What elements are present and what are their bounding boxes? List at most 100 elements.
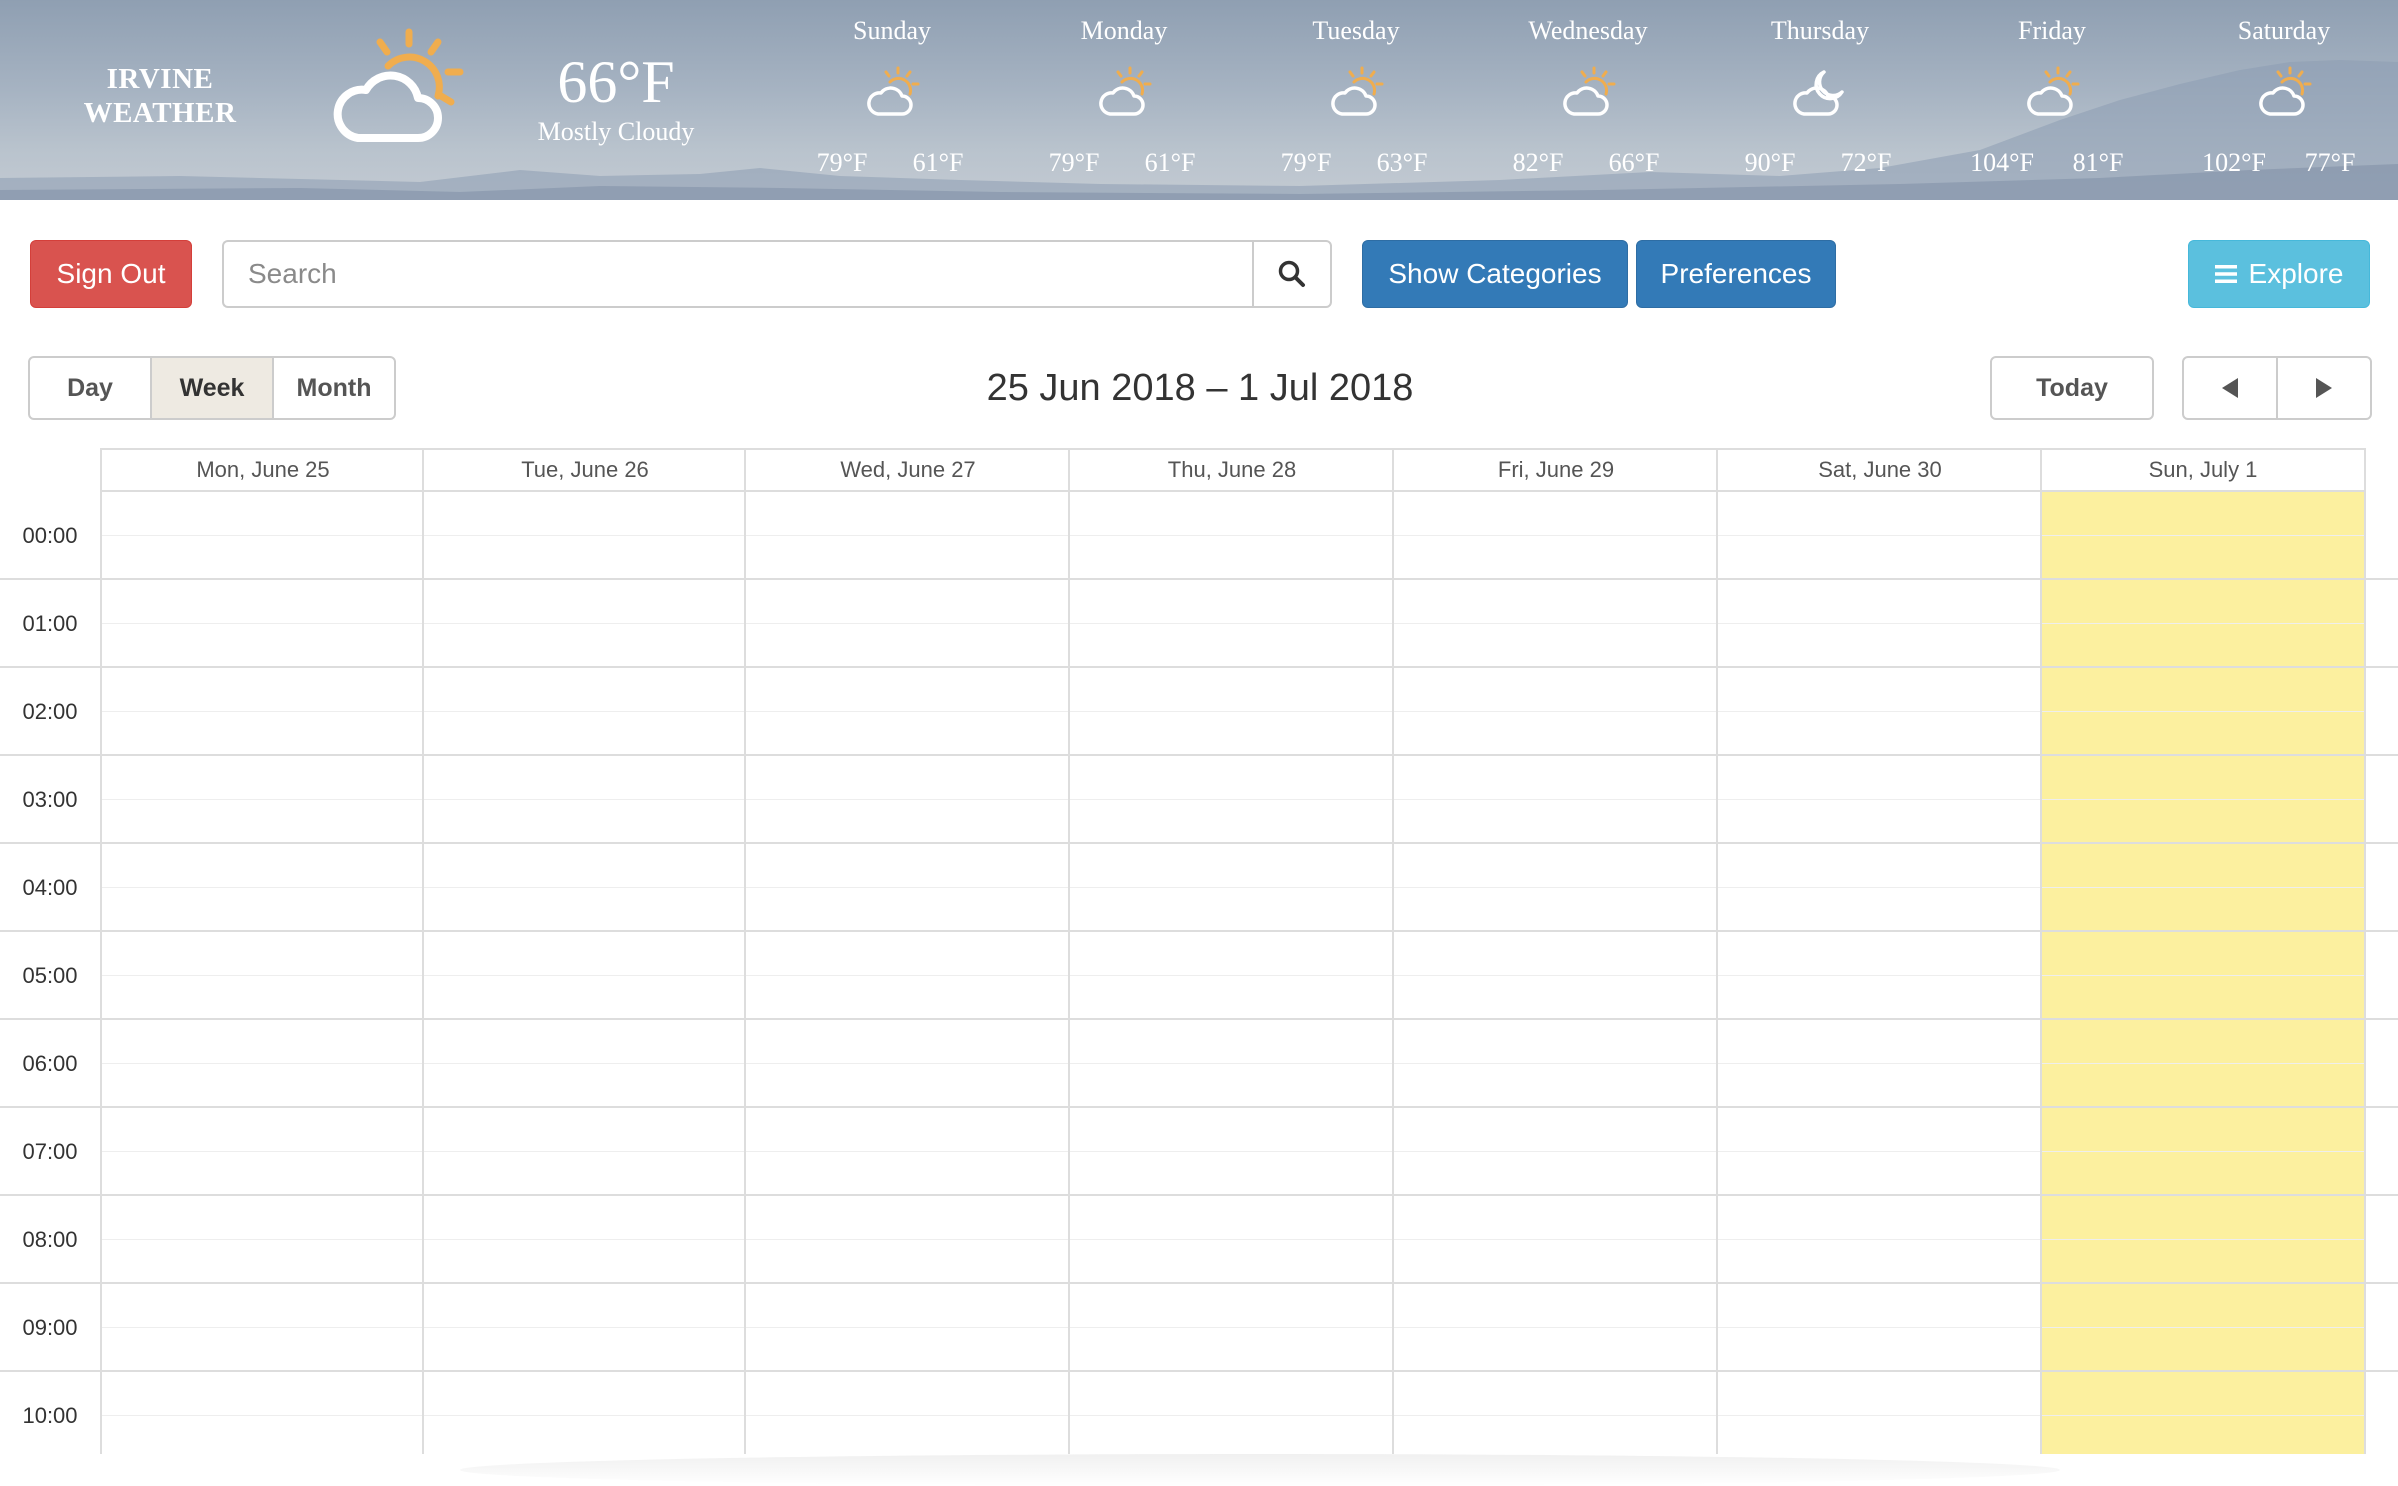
hour-row: 03:00: [0, 756, 2398, 844]
current-temperature: 66°F: [557, 49, 675, 115]
forecast-day: Tuesday 79°F 63°F: [1240, 0, 1472, 200]
forecast-high: 104°F: [1970, 148, 2034, 177]
previous-button[interactable]: [2184, 358, 2278, 418]
half-hour-line: [100, 1415, 2366, 1416]
view-switcher: Day Week Month: [28, 356, 396, 420]
forecast-day-name: Saturday: [2237, 16, 2331, 45]
hour-label: 00:00: [22, 523, 78, 548]
partly-cloudy-sun-icon: [2027, 66, 2080, 116]
partly-cloudy-sun-icon: [867, 66, 920, 116]
forecast-high: 102°F: [2202, 148, 2266, 177]
column-header-wed: Wed, June 27: [744, 448, 1070, 492]
search-input[interactable]: [222, 240, 1254, 308]
forecast-day: Friday 104°F 81°F: [1936, 0, 2168, 200]
column-divider: [2040, 492, 2042, 1454]
hour-row: 00:00: [0, 492, 2398, 580]
day-view-button[interactable]: Day: [30, 358, 152, 418]
today-button[interactable]: Today: [1990, 356, 2154, 420]
explore-button[interactable]: Explore: [2188, 240, 2370, 308]
forecast-high: 79°F: [816, 148, 868, 177]
hour-label: 07:00: [22, 1139, 78, 1164]
half-hour-line: [100, 535, 2366, 536]
column-header-fri: Fri, June 29: [1392, 448, 1718, 492]
half-hour-line: [100, 623, 2366, 624]
hour-row: 05:00: [0, 932, 2398, 1020]
preferences-button[interactable]: Preferences: [1636, 240, 1836, 308]
forecast-low: 72°F: [1840, 148, 1892, 177]
city-name: IRVINE: [106, 63, 214, 95]
column-divider: [1392, 492, 1394, 1454]
hour-row: 10:00: [0, 1372, 2398, 1454]
forecast-low: 63°F: [1376, 148, 1428, 177]
forecast-day-name: Thursday: [1770, 16, 1870, 45]
partly-cloudy-sun-icon: [1563, 66, 1616, 116]
column-divider: [1716, 492, 1718, 1454]
date-navigation: [2182, 356, 2372, 420]
forecast-high: 90°F: [1744, 148, 1796, 177]
sign-out-button[interactable]: Sign Out: [30, 240, 192, 308]
forecast-low: 81°F: [2072, 148, 2124, 177]
hour-row: 06:00: [0, 1020, 2398, 1108]
search-bar: [222, 240, 1332, 308]
hour-label: 02:00: [22, 699, 78, 724]
week-grid: Mon, June 25 Tue, June 26 Wed, June 27 T…: [0, 448, 2398, 1454]
city-title: IRVINE WEATHER: [60, 62, 260, 130]
column-header-mon: Mon, June 25: [100, 448, 424, 492]
hour-label: 06:00: [22, 1051, 78, 1076]
forecast-high: 79°F: [1280, 148, 1332, 177]
half-hour-line: [100, 975, 2366, 976]
hour-row: 09:00: [0, 1284, 2398, 1372]
half-hour-line: [100, 799, 2366, 800]
partly-cloudy-sun-icon: [333, 28, 464, 142]
forecast-low: 66°F: [1608, 148, 1660, 177]
partly-cloudy-sun-icon: [2259, 66, 2312, 116]
hour-row: 08:00: [0, 1196, 2398, 1284]
forecast-high: 82°F: [1512, 148, 1564, 177]
column-divider: [2364, 492, 2366, 1454]
half-hour-line: [100, 1239, 2366, 1240]
forecast-day-name: Tuesday: [1312, 16, 1400, 45]
forecast-high: 79°F: [1048, 148, 1100, 177]
column-divider: [100, 492, 102, 1454]
hour-row: 04:00: [0, 844, 2398, 932]
column-header-tue: Tue, June 26: [422, 448, 746, 492]
forecast-day-name: Wednesday: [1528, 16, 1648, 45]
triangle-left-icon: [2222, 378, 2238, 398]
forecast-day: Saturday 102°F 77°F: [2168, 0, 2398, 200]
hour-label: 10:00: [22, 1403, 78, 1428]
scroll-shadow: [460, 1454, 2060, 1486]
hour-label: 04:00: [22, 875, 78, 900]
month-view-button[interactable]: Month: [274, 358, 394, 418]
hamburger-menu-icon: [2214, 265, 2237, 283]
column-divider: [1068, 492, 1070, 1454]
column-header-sat: Sat, June 30: [1716, 448, 2042, 492]
column-divider: [422, 492, 424, 1454]
partly-cloudy-sun-icon: [1099, 66, 1152, 116]
hour-label: 05:00: [22, 963, 78, 988]
partly-cloudy-moon-icon: [1793, 70, 1844, 116]
forecast-day-name: Friday: [2018, 16, 2086, 45]
forecast-day: Wednesday 82°F 66°F: [1472, 0, 1704, 200]
half-hour-line: [100, 1151, 2366, 1152]
search-icon: [1278, 260, 1305, 287]
column-header-thu: Thu, June 28: [1068, 448, 1394, 492]
weather-banner: IRVINE WEATHER 66°F Mostly Cloudy Sunday…: [0, 0, 2398, 200]
explore-label: Explore: [2248, 258, 2344, 289]
partly-cloudy-sun-icon: [1331, 66, 1384, 116]
next-button[interactable]: [2278, 358, 2370, 418]
forecast-low: 77°F: [2304, 148, 2356, 177]
half-hour-line: [100, 1327, 2366, 1328]
half-hour-line: [100, 887, 2366, 888]
search-button[interactable]: [1252, 240, 1332, 308]
show-categories-button[interactable]: Show Categories: [1362, 240, 1628, 308]
half-hour-line: [100, 711, 2366, 712]
week-view-button[interactable]: Week: [152, 358, 274, 418]
forecast-low: 61°F: [912, 148, 964, 177]
time-slots[interactable]: 00:00 01:00 02:00 03:00 04:00 05:00 06:0…: [0, 492, 2398, 1454]
hour-row: 01:00: [0, 580, 2398, 668]
forecast-day: Sunday 79°F 61°F: [776, 0, 1008, 200]
column-header-sun: Sun, July 1: [2040, 448, 2366, 492]
forecast-day-name: Sunday: [853, 16, 931, 45]
day-column-headers: Mon, June 25 Tue, June 26 Wed, June 27 T…: [100, 448, 2366, 492]
hour-row: 07:00: [0, 1108, 2398, 1196]
